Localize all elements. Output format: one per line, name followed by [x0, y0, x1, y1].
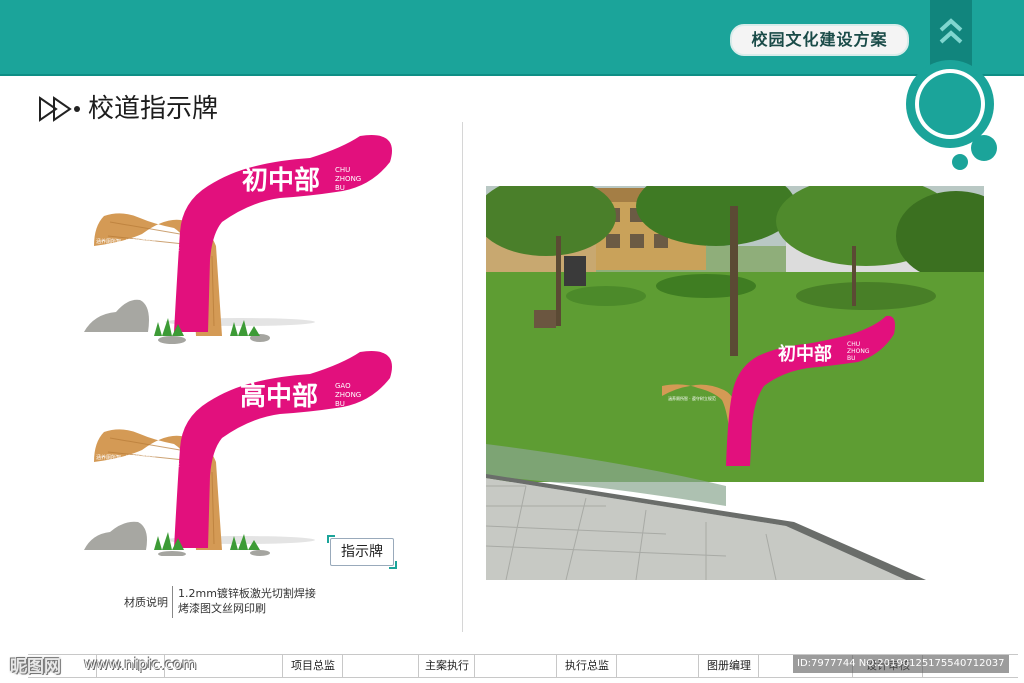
photo-sign-title: 初中部	[778, 343, 832, 365]
material-label: 材质说明	[124, 596, 168, 609]
watermark-url: www.nipic.com	[84, 655, 197, 673]
column-divider	[462, 122, 463, 632]
footer-cell-catalog-editor: 图册编理	[698, 655, 759, 677]
material-separator	[172, 586, 173, 618]
page-title: 校道指示牌	[88, 94, 219, 124]
sign-title: 初中部	[242, 166, 320, 196]
sign-type-label: 指示牌	[327, 535, 397, 569]
material-line-2: 烤漆图文丝网印刷	[178, 602, 266, 615]
decorative-ring-icon	[906, 60, 997, 170]
sign-pinyin-1: GAO	[335, 382, 351, 390]
sign-slogan-sub: 清洁卫生	[164, 245, 180, 251]
photo-sign-pinyin-1: CHU	[847, 341, 860, 348]
footer-cell-exec-director: 执行总监	[556, 655, 617, 677]
sign-design-junior: 初中部 CHU ZHONG BU 涵养厕所智 · 遵守树立规范 清洁卫生	[84, 135, 392, 344]
double-play-icon	[39, 96, 80, 122]
header-divider	[0, 74, 1024, 76]
photo-sign-slogan: 涵养厕所智 · 遵守树立规范	[668, 395, 716, 401]
chevron-up-icon	[939, 18, 963, 44]
sign-pinyin-3: BU	[335, 400, 345, 408]
photo-sign-pinyin-3: BU	[847, 355, 856, 362]
sign-pinyin-2: ZHONG	[335, 175, 361, 183]
scroll-up-tab[interactable]	[930, 0, 972, 66]
brand-label: 校园文化建设方案	[730, 24, 909, 56]
photo-sign-pinyin-2: ZHONG	[847, 348, 870, 355]
sign-pinyin-1: CHU	[335, 166, 350, 174]
sign-slogan-sub: 清洁卫生	[164, 461, 180, 467]
sign-pinyin-2: ZHONG	[335, 391, 361, 399]
footer-cell-lead-exec: 主案执行	[418, 655, 475, 677]
sign-pinyin-3: BU	[335, 184, 345, 192]
sign-slogan: 涵养厕所智 · 遵守树立规范	[96, 454, 156, 461]
material-description: 1.2mm镀锌板激光切割焊接 烤漆图文丝网印刷	[178, 586, 316, 616]
sign-design-senior: 高中部 GAO ZHONG BU 涵养厕所智 · 遵守树立规范 清洁卫生	[84, 351, 392, 556]
material-line-1: 1.2mm镀锌板激光切割焊接	[178, 587, 316, 600]
footer-blank-cell	[474, 655, 557, 677]
footer-blank-cell	[616, 655, 699, 677]
image-id-label: ID:7977744 NO:20190125175540712037	[793, 655, 1009, 673]
sign-title: 高中部	[240, 381, 318, 412]
footer-blank-cell	[342, 655, 419, 677]
installation-photo: 初中部 CHU ZHONG BU 涵养厕所智 · 遵守树立规范	[486, 186, 984, 580]
sign-slogan: 涵养厕所智 · 遵守树立规范	[96, 238, 156, 245]
footer-cell-project-director: 项目总监	[282, 655, 343, 677]
watermark-logo: 昵图网	[10, 657, 61, 677]
